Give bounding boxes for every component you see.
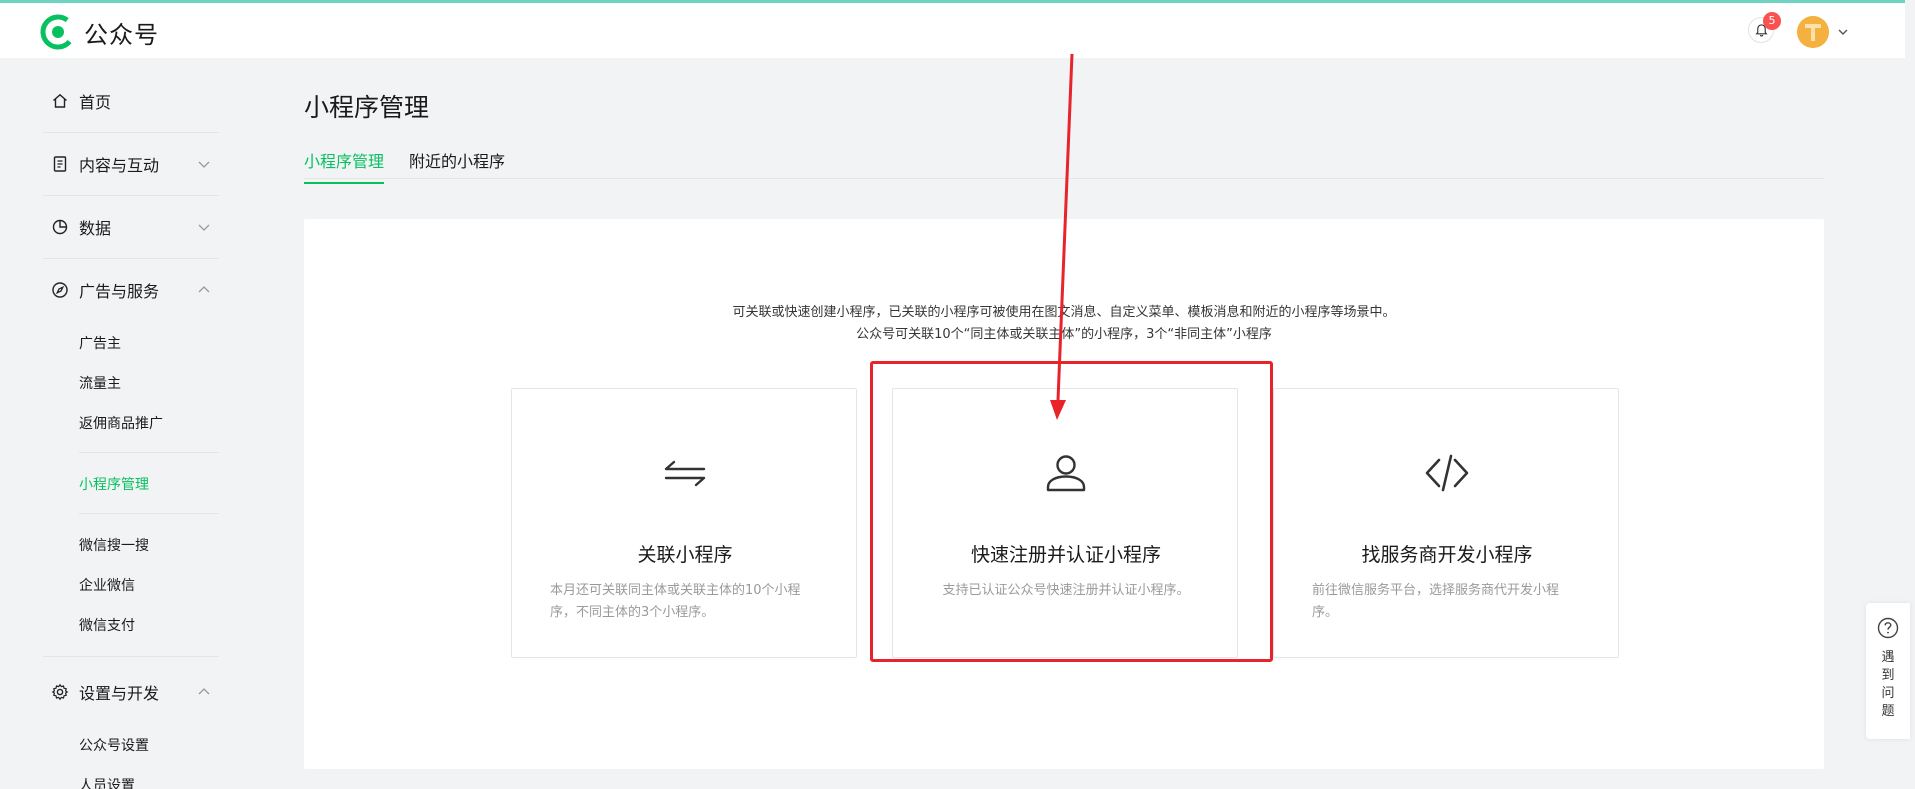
chevron-up-icon [198, 688, 210, 695]
option-title: 关联小程序 [637, 544, 733, 566]
chevron-down-icon [198, 161, 210, 168]
option-card-service-provider[interactable]: 找服务商开发小程序 前往微信服务平台，选择服务商代开发小程序。 [1273, 388, 1619, 658]
chevron-up-icon [198, 286, 210, 293]
user-icon [1046, 455, 1086, 492]
sidebar-item-label: 首页 [79, 93, 112, 112]
avatar-image [1797, 16, 1829, 48]
gear-icon [51, 683, 69, 701]
sidebar-item-label: 设置与开发 [79, 684, 160, 703]
sidebar: 首页 内容与互动 数据 广告与服务 广告主 流量主 返佣商品推广 小程序管理 微… [0, 58, 260, 789]
sidebar-subitem-account-settings[interactable]: 公众号设置 [79, 735, 149, 755]
compass-icon [52, 282, 68, 298]
chart-icon [52, 219, 68, 235]
help-button[interactable]: 遇到问题 [1866, 603, 1910, 739]
sidebar-subitem-advertiser[interactable]: 广告主 [79, 333, 121, 353]
sidebar-item-label: 广告与服务 [79, 282, 160, 301]
option-description: 本月还可关联同主体或关联主体的10个小程序，不同主体的3个小程序。 [550, 583, 801, 620]
sidebar-item-ads-services[interactable]: 广告与服务 [43, 259, 219, 321]
sidebar-item-label: 内容与互动 [79, 156, 160, 175]
swap-arrows-icon [664, 460, 706, 487]
help-label: 遇到问题 [1881, 650, 1895, 719]
home-icon [53, 93, 67, 108]
sidebar-item-settings-dev[interactable]: 设置与开发 [43, 661, 219, 723]
option-title: 找服务商开发小程序 [1361, 544, 1533, 566]
option-card-link-miniprogram[interactable]: 关联小程序 本月还可关联同主体或关联主体的10个小程序，不同主体的3个小程序。 [511, 388, 857, 658]
description-line-1: 可关联或快速创建小程序，已关联的小程序可被使用在图文消息、自定义菜单、模板消息和… [732, 305, 1396, 320]
tab-bar: 小程序管理 附近的小程序 [304, 146, 1824, 184]
tab-miniprogram-management[interactable]: 小程序管理 [304, 148, 385, 184]
sidebar-item-data[interactable]: 数据 [43, 196, 219, 258]
sidebar-subitem-member-settings[interactable]: 人员设置 [79, 775, 135, 789]
sidebar-subitem-wechat-search[interactable]: 微信搜一搜 [79, 535, 149, 555]
divider [79, 452, 219, 453]
avatar[interactable] [1797, 16, 1829, 48]
sidebar-subitem-miniprogram[interactable]: 小程序管理 [79, 474, 149, 494]
logo[interactable]: 公众号 [40, 14, 159, 50]
document-icon [53, 156, 67, 172]
divider [79, 513, 219, 514]
logo-text: 公众号 [84, 20, 159, 49]
option-card-quick-register[interactable]: 快速注册并认证小程序 支持已认证公众号快速注册并认证小程序。 [892, 388, 1238, 658]
sidebar-item-label: 数据 [79, 219, 112, 238]
question-icon [1877, 617, 1899, 639]
page-title: 小程序管理 [304, 93, 430, 122]
sidebar-subitem-wechat-pay[interactable]: 微信支付 [79, 615, 135, 635]
option-description: 支持已认证公众号快速注册并认证小程序。 [942, 583, 1190, 598]
chevron-down-icon [198, 224, 210, 231]
sidebar-subitem-wework[interactable]: 企业微信 [79, 575, 135, 595]
sidebar-item-content[interactable]: 内容与互动 [43, 133, 219, 195]
notification-button[interactable]: 5 [1748, 12, 1781, 43]
option-description: 前往微信服务平台，选择服务商代开发小程序。 [1312, 583, 1560, 620]
sidebar-item-home[interactable]: 首页 [43, 70, 219, 132]
sidebar-subitem-commission[interactable]: 返佣商品推广 [79, 413, 163, 433]
sidebar-subitem-traffic-owner[interactable]: 流量主 [79, 373, 121, 393]
top-bar: 公众号 5 [0, 0, 1915, 58]
tab-nearby-miniprogram[interactable]: 附近的小程序 [409, 148, 505, 182]
notification-badge: 5 [1763, 12, 1781, 30]
wechat-official-logo-icon [40, 14, 76, 50]
code-icon [1425, 454, 1469, 492]
option-title: 快速注册并认证小程序 [970, 544, 1161, 566]
description-line-2: 公众号可关联10个“同主体或关联主体”的小程序，3个“非同主体”小程序 [856, 327, 1272, 342]
chevron-down-icon[interactable] [1836, 25, 1850, 39]
divider [43, 656, 219, 657]
